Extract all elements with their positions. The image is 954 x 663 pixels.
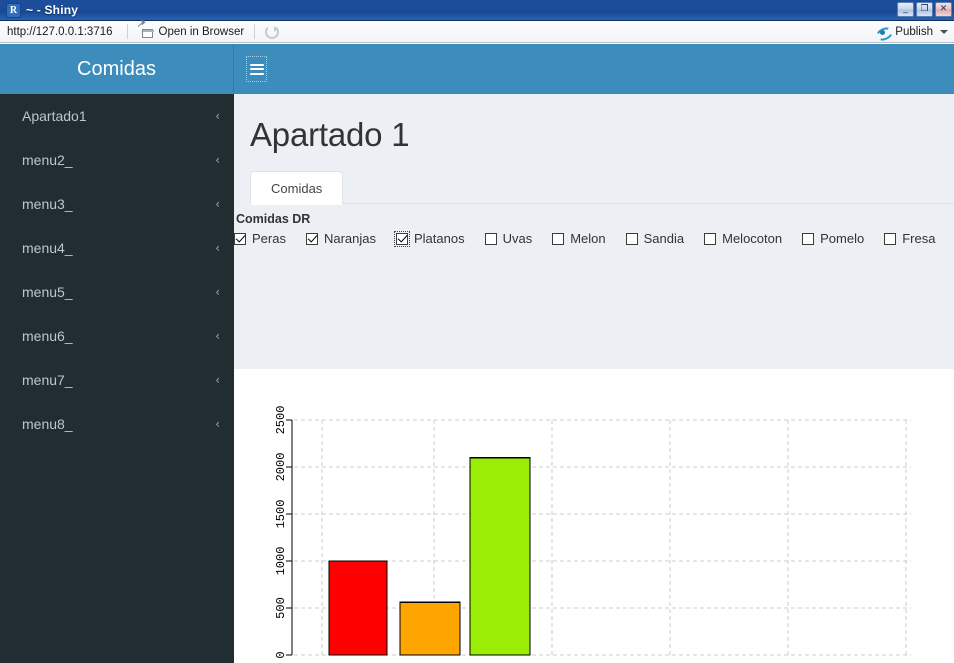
chevron-down-icon[interactable] bbox=[940, 30, 948, 34]
sidebar-item-menu8[interactable]: menu8_ ‹ bbox=[0, 402, 234, 446]
toolbar-divider-2 bbox=[254, 24, 256, 39]
checkbox-label: Pomelo bbox=[820, 231, 865, 246]
checkbox-label: Peras bbox=[252, 231, 286, 246]
toolbar-divider-1 bbox=[126, 24, 128, 39]
window-controls: _ ❐ ✕ bbox=[897, 2, 952, 17]
checkbox-icon[interactable] bbox=[884, 232, 897, 245]
tab-comidas[interactable]: Comidas bbox=[250, 171, 344, 205]
checkbox-label: Uvas bbox=[502, 231, 533, 246]
checkbox-group-title: Comidas DR bbox=[236, 212, 311, 226]
checkbox-label: Sandia bbox=[643, 231, 685, 246]
svg-text:1500: 1500 bbox=[274, 500, 288, 529]
checkbox-label: Naranjas bbox=[323, 231, 376, 246]
maximize-button[interactable]: ❐ bbox=[916, 2, 933, 17]
chevron-left-icon: ‹ bbox=[215, 153, 220, 167]
sidebar-item-label: menu8_ bbox=[22, 416, 73, 432]
publish-button[interactable]: Publish bbox=[895, 26, 933, 38]
checkbox-label: Platanos bbox=[414, 231, 465, 246]
checkbox-icon[interactable] bbox=[305, 232, 318, 245]
svg-text:1000: 1000 bbox=[274, 547, 288, 576]
browser-toolbar: http://127.0.0.1:3716 Open in Browser Pu… bbox=[0, 20, 954, 43]
bar-chart-plot[interactable]: 0 500 1000 1500 2000 2500 bbox=[234, 378, 954, 663]
sidebar-item-menu7[interactable]: menu7_ ‹ bbox=[0, 358, 234, 402]
sidebar-item-menu5[interactable]: menu5_ ‹ bbox=[0, 270, 234, 314]
checkbox-icon[interactable] bbox=[704, 232, 717, 245]
sidebar-item-menu4[interactable]: menu4_ ‹ bbox=[0, 226, 234, 270]
top-navbar bbox=[234, 44, 954, 94]
app-icon: R bbox=[6, 2, 21, 18]
checkbox-melon[interactable]: Melon bbox=[552, 231, 606, 246]
page-title: Apartado 1 bbox=[250, 116, 410, 153]
open-in-browser-button[interactable]: Open in Browser bbox=[134, 20, 249, 38]
svg-text:2500: 2500 bbox=[274, 406, 288, 435]
chevron-left-icon: ‹ bbox=[215, 417, 220, 431]
checkbox-platanos[interactable]: Platanos bbox=[394, 230, 465, 247]
sidebar-item-menu2[interactable]: menu2_ ‹ bbox=[0, 138, 234, 182]
chevron-left-icon: ‹ bbox=[215, 241, 220, 255]
checkbox-group-panel: Comidas DR Peras Naranjas Platanos Uvas … bbox=[234, 204, 954, 252]
checkbox-icon[interactable] bbox=[802, 232, 815, 245]
checkbox-sandia[interactable]: Sandia bbox=[625, 231, 685, 246]
url-label[interactable]: http://127.0.0.1:3716 bbox=[0, 26, 121, 38]
chevron-left-icon: ‹ bbox=[215, 373, 220, 387]
checkbox-icon[interactable] bbox=[552, 232, 565, 245]
checkbox-peras[interactable]: Peras bbox=[234, 231, 286, 246]
sidebar-item-menu6[interactable]: menu6_ ‹ bbox=[0, 314, 234, 358]
checkbox-pomelo[interactable]: Pomelo bbox=[802, 231, 864, 246]
sidebar-item-label: menu2_ bbox=[22, 152, 73, 168]
chevron-left-icon: ‹ bbox=[215, 329, 220, 343]
sidebar-item-label: menu7_ bbox=[22, 372, 73, 388]
chevron-left-icon: ‹ bbox=[215, 197, 220, 211]
sidebar-menu: Apartado1 ‹ menu2_ ‹ menu3_ ‹ menu4_ ‹ m… bbox=[0, 94, 234, 446]
chevron-left-icon: ‹ bbox=[215, 109, 220, 123]
checkbox-icon[interactable] bbox=[484, 232, 497, 245]
close-button[interactable]: ✕ bbox=[935, 2, 952, 17]
checkbox-row: Peras Naranjas Platanos Uvas Melon Sandi… bbox=[234, 230, 954, 247]
sidebar-toggle-button[interactable] bbox=[234, 44, 279, 94]
publish-group: Publish bbox=[876, 21, 948, 43]
sidebar-item-label: menu6_ bbox=[22, 328, 73, 344]
checkbox-uvas[interactable]: Uvas bbox=[484, 231, 533, 246]
sidebar-item-apartado1[interactable]: Apartado1 ‹ bbox=[0, 94, 234, 138]
tab-strip bbox=[343, 203, 954, 204]
dashboard-sidebar: Apartado1 ‹ menu2_ ‹ menu3_ ‹ menu4_ ‹ m… bbox=[0, 94, 234, 663]
dashboard-header: Comidas bbox=[0, 44, 954, 94]
sidebar-item-label: menu3_ bbox=[22, 196, 73, 212]
external-link-icon bbox=[137, 20, 154, 38]
checkbox-naranjas[interactable]: Naranjas bbox=[305, 231, 376, 246]
svg-text:2000: 2000 bbox=[274, 453, 288, 482]
hamburger-icon bbox=[249, 61, 264, 77]
app-window: R ~ - Shiny _ ❐ ✕ http://127.0.0.1:3716 … bbox=[0, 0, 954, 663]
shiny-dashboard-page: Comidas Apartado1 ‹ menu2_ ‹ menu3_ ‹ me… bbox=[0, 44, 954, 663]
sidebar-item-label: Apartado1 bbox=[22, 108, 87, 124]
sidebar-item-label: menu4_ bbox=[22, 240, 73, 256]
checkbox-label: Melocoton bbox=[722, 231, 783, 246]
minimize-button[interactable]: _ bbox=[897, 2, 914, 17]
checkbox-icon[interactable] bbox=[625, 232, 638, 245]
window-title: ~ - Shiny bbox=[26, 3, 79, 17]
refresh-icon bbox=[265, 24, 280, 39]
svg-text:0: 0 bbox=[274, 651, 288, 658]
checkbox-label: Fresa bbox=[902, 231, 936, 246]
checkbox-fresa[interactable]: Fresa bbox=[884, 231, 935, 246]
refresh-button[interactable] bbox=[261, 24, 283, 39]
chevron-left-icon: ‹ bbox=[215, 285, 220, 299]
checkbox-icon[interactable] bbox=[394, 230, 410, 247]
tab-bar: Comidas bbox=[250, 166, 954, 205]
sidebar-item-label: menu5_ bbox=[22, 284, 73, 300]
svg-text:500: 500 bbox=[274, 597, 288, 619]
sidebar-item-menu3[interactable]: menu3_ ‹ bbox=[0, 182, 234, 226]
checkbox-icon[interactable] bbox=[234, 232, 246, 245]
open-in-browser-label: Open in Browser bbox=[158, 25, 245, 38]
content-wrapper: Apartado 1 Comidas Comidas DR Peras Nara… bbox=[234, 94, 954, 663]
checkbox-melocoton[interactable]: Melocoton bbox=[704, 231, 782, 246]
window-title-bar: R ~ - Shiny _ ❐ ✕ bbox=[0, 0, 954, 21]
brand-logo[interactable]: Comidas bbox=[0, 44, 234, 94]
bar-chart-svg[interactable]: 0 500 1000 1500 2000 2500 bbox=[234, 378, 954, 663]
checkbox-label: Melon bbox=[570, 231, 606, 246]
publish-icon bbox=[876, 26, 890, 39]
